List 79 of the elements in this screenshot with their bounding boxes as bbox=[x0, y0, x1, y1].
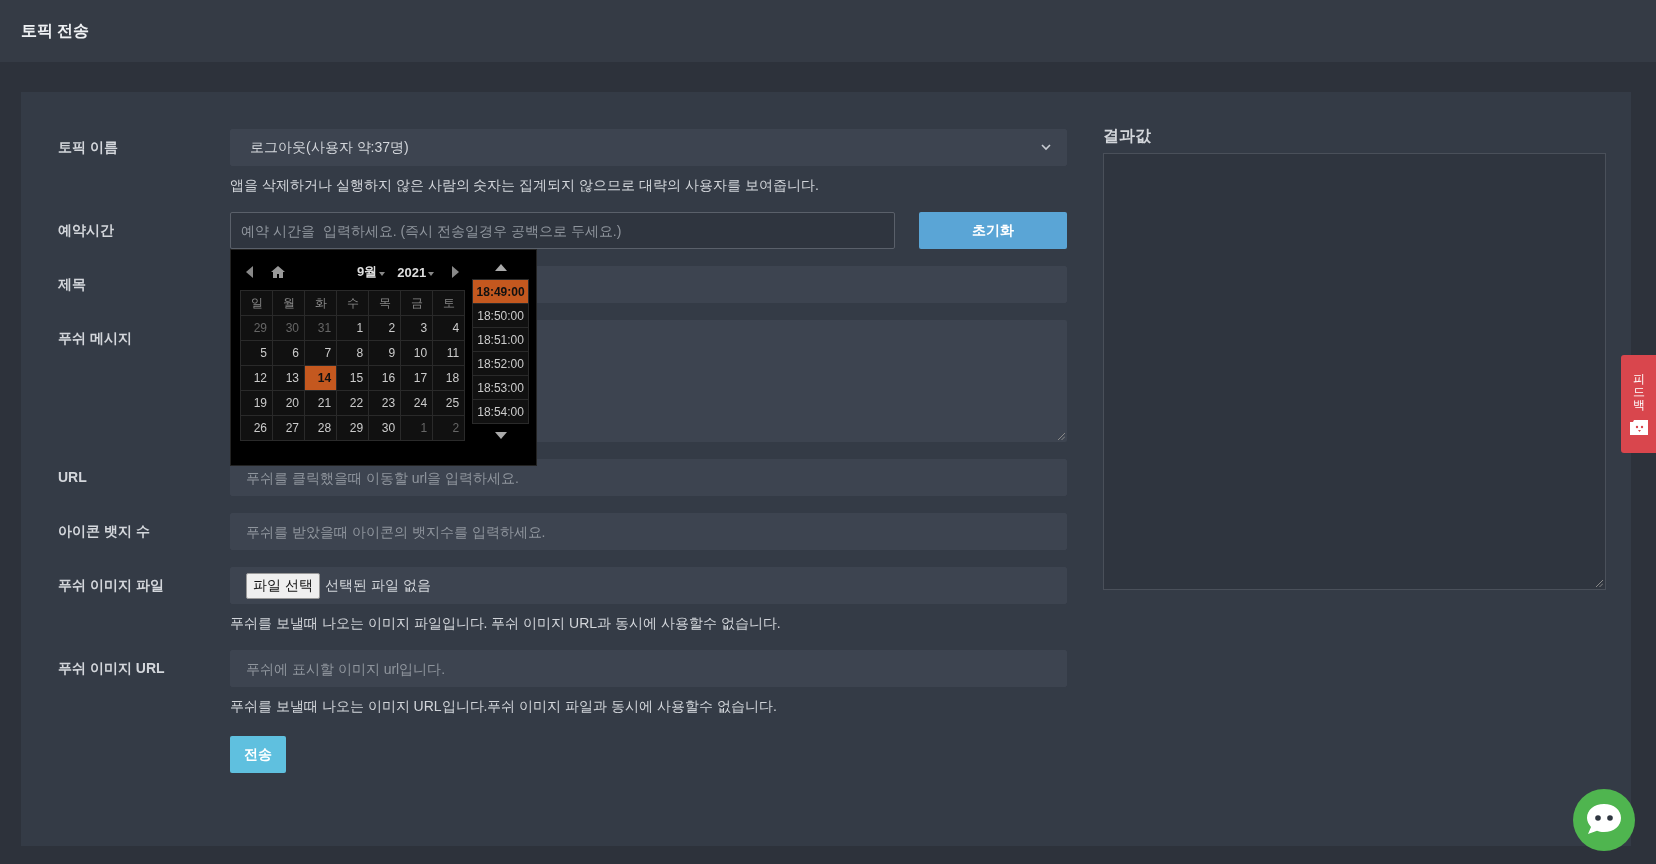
calendar-day[interactable]: 15 bbox=[337, 366, 369, 390]
time-option[interactable]: 18:53:00 bbox=[473, 376, 528, 399]
weekday-header: 토 bbox=[433, 291, 465, 315]
help-text: 앱을 삭제하거나 실행하지 않은 사람의 숫자는 집계되지 않으므로 대략의 사용자를 보여줍니다. bbox=[230, 176, 820, 195]
calendar-day[interactable]: 20 bbox=[273, 391, 305, 415]
calendar-day[interactable]: 26 bbox=[241, 416, 272, 440]
text-field[interactable]: 푸쉬를 받았을때 아이콘의 뱃지수를 입력하세요. bbox=[230, 513, 1067, 550]
previous-month-icon[interactable] bbox=[246, 266, 253, 278]
calendar-day[interactable]: 22 bbox=[337, 391, 369, 415]
page-title: 토픽 전송 bbox=[21, 20, 90, 41]
month-dropdown[interactable]: 9월 bbox=[357, 263, 386, 281]
field-label: 예약시간 bbox=[58, 221, 115, 240]
calendar-day[interactable]: 14 bbox=[305, 366, 337, 390]
calendar-day[interactable]: 9 bbox=[369, 341, 401, 365]
field-label: URL bbox=[58, 468, 88, 487]
next-month-icon[interactable] bbox=[452, 266, 460, 278]
file-status: 선택된 파일 없음 bbox=[324, 576, 431, 595]
calendar-day[interactable]: 25 bbox=[433, 391, 465, 415]
calendar-day[interactable]: 16 bbox=[369, 366, 401, 390]
scroll-up-icon[interactable] bbox=[494, 264, 507, 271]
caret-icon bbox=[428, 271, 435, 276]
calendar-day[interactable]: 4 bbox=[433, 316, 465, 340]
text-field[interactable]: 푸쉬를 클릭했을때 이동할 url을 입력하세요. bbox=[230, 459, 1067, 496]
time-option[interactable]: 18:50:00 bbox=[473, 304, 528, 327]
time-option[interactable]: 18:52:00 bbox=[473, 352, 528, 375]
calendar-day[interactable]: 8 bbox=[337, 341, 369, 365]
year-dropdown[interactable]: 2021 bbox=[397, 264, 435, 280]
chat-button[interactable] bbox=[1573, 789, 1635, 851]
field-label: 토픽 이름 bbox=[58, 138, 119, 157]
time-option[interactable]: 18:51:00 bbox=[473, 328, 528, 351]
field-label: 푸쉬 메시지 bbox=[58, 329, 133, 348]
weekday-header: 월 bbox=[273, 291, 305, 315]
caret-icon bbox=[379, 271, 386, 276]
calendar-day[interactable]: 5 bbox=[241, 341, 272, 365]
calendar-day[interactable]: 1 bbox=[337, 316, 369, 340]
calendar-day[interactable]: 30 bbox=[369, 416, 401, 440]
weekday-header: 일 bbox=[241, 291, 272, 315]
calendar-day[interactable]: 23 bbox=[369, 391, 401, 415]
calendar-day[interactable]: 28 bbox=[305, 416, 337, 440]
calendar-day[interactable]: 18 bbox=[433, 366, 465, 390]
field-label: 푸쉬 이미지 파일 bbox=[58, 576, 165, 595]
help-text: 푸쉬를 보낼때 나오는 이미지 URL입니다.푸쉬 이미지 파일과 동시에 사용할수 없습니다. bbox=[230, 697, 778, 716]
calendar-day[interactable]: 10 bbox=[401, 341, 433, 365]
topic-select[interactable]: 로그아웃(사용자 약:37명) bbox=[230, 129, 1067, 166]
calendar-day[interactable]: 12 bbox=[241, 366, 272, 390]
calendar-day[interactable]: 13 bbox=[273, 366, 305, 390]
calendar-day[interactable]: 7 bbox=[305, 341, 337, 365]
home-icon[interactable] bbox=[271, 266, 285, 278]
calendar-day[interactable]: 27 bbox=[273, 416, 305, 440]
calendar-day[interactable]: 17 bbox=[401, 366, 433, 390]
scroll-down-icon[interactable] bbox=[494, 432, 507, 439]
calendar-day[interactable]: 29 bbox=[337, 416, 369, 440]
resize-grip-icon bbox=[1058, 433, 1065, 440]
field-label: 아이콘 뱃지 수 bbox=[58, 522, 151, 541]
time-option[interactable]: 18:54:00 bbox=[473, 400, 528, 423]
calendar-day[interactable]: 21 bbox=[305, 391, 337, 415]
weekday-header: 수 bbox=[337, 291, 369, 315]
file-input[interactable]: 파일 선택 선택된 파일 없음 bbox=[230, 567, 1067, 604]
resize-grip-icon bbox=[1596, 580, 1603, 587]
chevron-down-icon bbox=[1041, 144, 1051, 151]
calendar-day[interactable]: 24 bbox=[401, 391, 433, 415]
smiley-icon bbox=[1629, 420, 1648, 436]
help-text: 푸쉬를 보낼때 나오는 이미지 파일입니다. 푸쉬 이미지 URL과 동시에 사용할수 없습니다. bbox=[230, 614, 782, 633]
calendar-day[interactable]: 3 bbox=[401, 316, 433, 340]
calendar-day[interactable]: 11 bbox=[433, 341, 465, 365]
calendar-day[interactable]: 2 bbox=[369, 316, 401, 340]
time-option[interactable]: 18:49:00 bbox=[473, 280, 528, 303]
calendar-day[interactable]: 6 bbox=[273, 341, 305, 365]
feedback-tab[interactable]: 피드백 bbox=[1621, 355, 1656, 453]
field-label: 푸쉬 이미지 URL bbox=[58, 659, 166, 678]
weekday-header: 목 bbox=[369, 291, 401, 315]
field-label: 제목 bbox=[58, 275, 87, 294]
weekday-header: 화 bbox=[305, 291, 337, 315]
result-title: 결과값 bbox=[1103, 127, 1152, 145]
weekday-header: 금 bbox=[401, 291, 433, 315]
reservation-time-field[interactable]: 예약 시간을 입력하세요. (즉시 전송일경우 공백으로 두세요.) bbox=[230, 212, 895, 249]
choose-file-button[interactable]: 파일 선택 bbox=[246, 572, 320, 599]
calendar-day[interactable]: 19 bbox=[241, 391, 272, 415]
text-field[interactable]: 푸쉬에 표시할 이미지 url입니다. bbox=[230, 650, 1067, 687]
